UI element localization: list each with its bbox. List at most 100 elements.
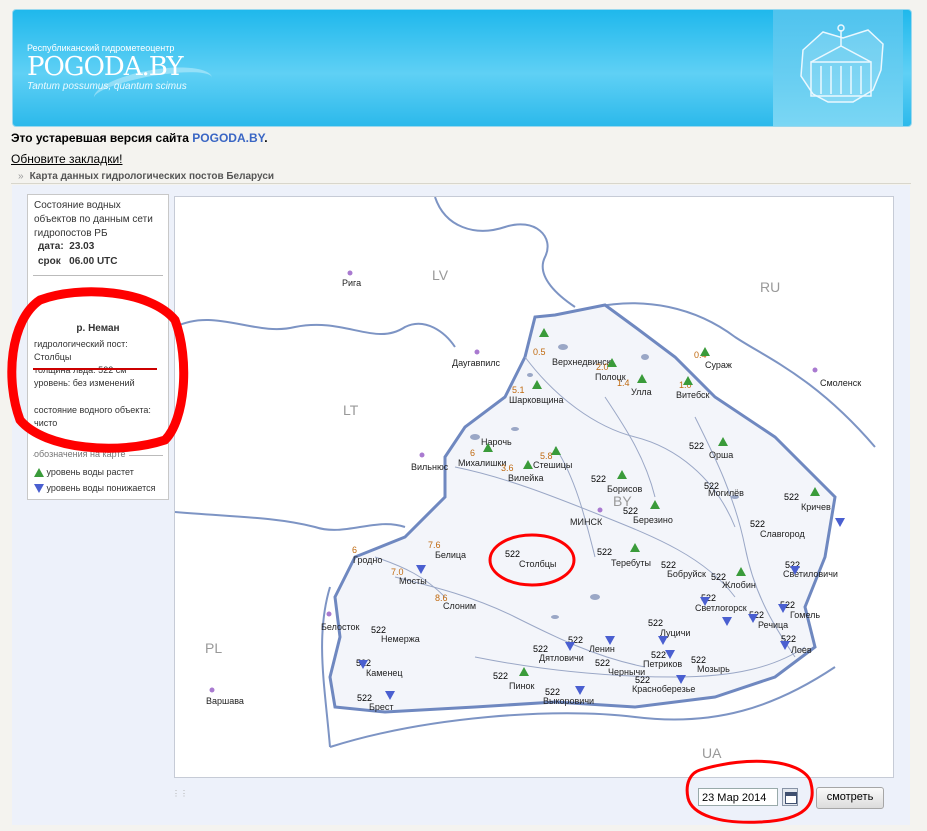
building-image [773, 10, 903, 126]
city-vilnius: Вильнюс [411, 462, 449, 472]
station-value: 522 [648, 618, 664, 628]
station-value: 0.4 [694, 350, 707, 360]
country-lv: LV [432, 267, 449, 283]
outdated-notice: Это устаревшая версия сайта POGODA.BY. [11, 131, 268, 145]
station-stolbtsy[interactable]: Столбцы [519, 559, 556, 569]
station-slonim[interactable]: Слоним [443, 601, 476, 611]
ice-thickness: толщина льда: 522 см [34, 365, 127, 375]
post-label: гидрологический пост: [34, 339, 128, 349]
station-slavgorod[interactable]: Славгород [760, 529, 805, 539]
date-value: 23.03 [69, 241, 95, 252]
station-brest[interactable]: Брест [369, 702, 394, 712]
station-belitsa[interactable]: Белица [435, 550, 466, 560]
station-value: 7.6 [428, 540, 441, 550]
station-bobruysk[interactable]: Бобруйск [667, 569, 706, 579]
water-level: уровень: без изменений [34, 378, 135, 388]
station-krichev[interactable]: Кричев [801, 502, 831, 512]
station-kamenets[interactable]: Каменец [366, 668, 403, 678]
station-grodno[interactable]: Гродно [353, 555, 382, 565]
date-input[interactable]: 23 Мар 2014 [698, 788, 778, 806]
station-loev[interactable]: Лоев [791, 645, 812, 655]
station-sharkovshchina[interactable]: Шарковщина [509, 395, 564, 405]
station-lenin[interactable]: Ленин [589, 644, 615, 654]
station-mosty[interactable]: Мосты [399, 576, 427, 586]
station-value: 6 [470, 448, 476, 458]
station-value: 522 [568, 635, 584, 645]
station-lutsichi[interactable]: Луцичи [660, 628, 690, 638]
station-value: 522 [750, 519, 766, 529]
station-berezino[interactable]: Березино [633, 515, 673, 525]
fall-label: уровень воды понижается [46, 483, 156, 493]
station-value: 2.0 [596, 362, 609, 372]
legend-date-row: дата: 23.03 [38, 241, 94, 252]
calendar-icon[interactable] [782, 788, 798, 806]
legend-title: обозначения на карте [34, 449, 129, 459]
hydro-map[interactable]: LV RU LT BY PL UA Рига Даугавпилс Вильню… [174, 196, 894, 778]
station-value: 522 [784, 492, 800, 502]
station-value: 522 [781, 634, 797, 644]
station-pinok[interactable]: Пинок [509, 681, 534, 691]
legend-fall-row: уровень воды понижается [34, 483, 156, 494]
station-surazh[interactable]: Сураж [705, 360, 732, 370]
rise-label: уровень воды растет [46, 467, 134, 477]
term-value: 06.00 UTC [69, 256, 118, 267]
post-name: Столбцы [34, 352, 72, 362]
site-link[interactable]: POGODA.BY [192, 131, 264, 145]
term-label: срок [38, 256, 61, 267]
country-lt: LT [343, 402, 359, 418]
city-warsaw: Варшава [206, 696, 244, 706]
station-svetilovichi[interactable]: Светиловичи [783, 569, 838, 579]
station-value: 6 [352, 545, 358, 555]
station-svetlogorsk[interactable]: Светлогорск [695, 603, 747, 613]
rise-triangle-icon [34, 468, 44, 478]
resize-grip-icon: ⋮⋮ [172, 789, 188, 798]
notice-tail: . [264, 131, 268, 145]
station-rechitsa[interactable]: Речица [758, 620, 788, 630]
legend-intro: Состояние водных объектов по данным сети… [34, 200, 153, 239]
legend-divider [33, 275, 163, 276]
station-ulla[interactable]: Улла [631, 387, 652, 397]
station-zhlobin[interactable]: Жлобин [722, 580, 756, 590]
station-vikorovichi[interactable]: Выкоровичи [543, 696, 594, 706]
station-mikhalishki[interactable]: Михалишки [458, 458, 506, 468]
fall-triangle-icon [34, 484, 44, 494]
station-value: 522 [493, 671, 509, 681]
station-dyatlovichi[interactable]: Дятловичи [539, 653, 584, 663]
station-mogilev[interactable]: Могилёв [708, 488, 744, 498]
station-value: 522 [780, 600, 796, 610]
country-ua: UA [702, 745, 722, 761]
water-state: состояние водного объекта: чисто [34, 405, 151, 428]
station-value: 522 [597, 547, 613, 557]
update-bookmarks-link[interactable]: Обновите закладки! [11, 152, 122, 166]
station-krasnoberezhe[interactable]: Красноберезье [632, 684, 695, 694]
site-header: Республиканский гидрометеоцентр POGODA.B… [12, 9, 912, 127]
city-daugavpils: Даугавпилс [452, 358, 501, 368]
arrow-icon: » [18, 171, 24, 182]
station-value: 0.5 [533, 347, 546, 357]
station-vileyka[interactable]: Вилейка [508, 473, 543, 483]
station-petrikov[interactable]: Петриков [643, 659, 682, 669]
station-value: 1.0 [679, 380, 692, 390]
station-gomel[interactable]: Гомель [790, 610, 820, 620]
station-orsha[interactable]: Орша [709, 450, 733, 460]
river-name: р. Неман [76, 323, 120, 334]
city-bialystok: Белосток [321, 622, 360, 632]
station-value: 522 [749, 610, 765, 620]
station-nemerzha[interactable]: Немержа [381, 634, 420, 644]
station-naroch[interactable]: Нарочь [481, 437, 512, 447]
city-smolensk: Смоленск [820, 378, 862, 388]
station-value: 522 [591, 474, 607, 484]
station-steshitsy[interactable]: Стешицы [533, 460, 572, 470]
legend-term-row: срок 06.00 UTC [38, 256, 118, 267]
date-label: дата: [38, 241, 64, 252]
country-ru: RU [760, 279, 781, 295]
station-borisov[interactable]: Борисов [607, 484, 642, 494]
station-terebuty[interactable]: Теребуты [611, 558, 651, 568]
legend-box: Состояние водных объектов по данным сети… [27, 194, 169, 500]
station-value: 5.1 [512, 385, 525, 395]
station-vitebsk[interactable]: Витебск [676, 390, 709, 400]
station-mozyr[interactable]: Мозырь [697, 664, 730, 674]
city-riga: Рига [342, 278, 362, 288]
show-button[interactable]: смотреть [816, 787, 884, 809]
station-value: 1.4 [617, 378, 630, 388]
